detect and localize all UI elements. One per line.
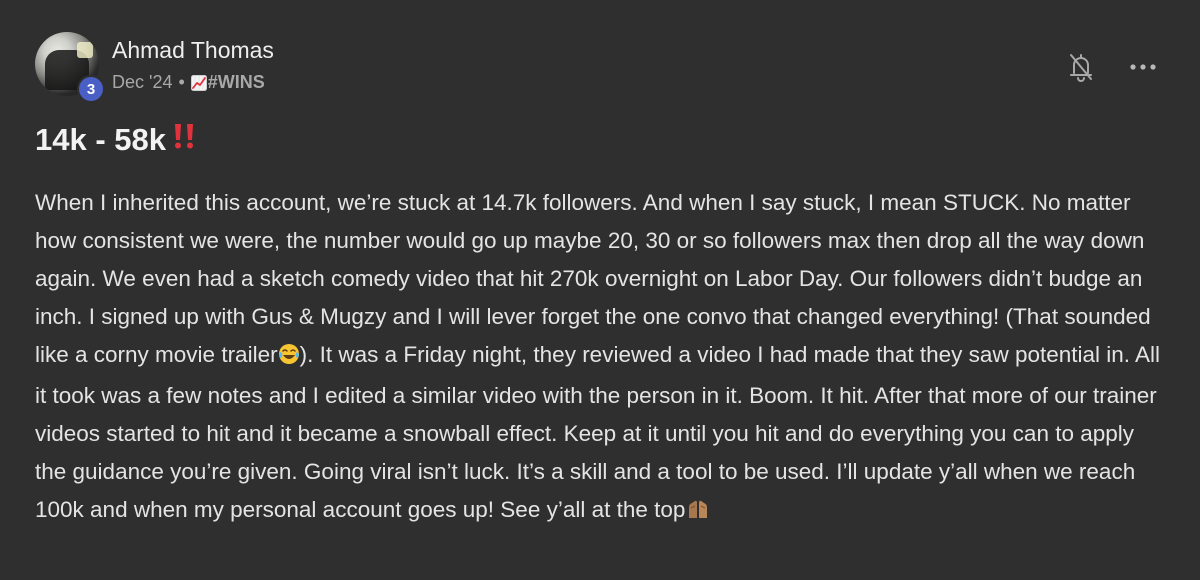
post-body-part-1: When I inherited this account, we’re stu… [35,190,1151,367]
tears-of-joy-icon [278,339,300,377]
bell-off-icon[interactable] [1064,50,1098,84]
avatar-highlight [77,42,93,58]
post-title: 14k - 58k [35,122,196,158]
more-horizontal-icon[interactable] [1126,50,1160,84]
post-body: When I inherited this account, we’re stu… [35,184,1170,532]
post-header: 3 Ahmad Thomas Dec '24 • #WINS [35,32,1160,103]
double-exclamation-icon [172,122,196,158]
meta-separator: • [178,72,185,92]
praying-hands-icon [685,494,711,532]
author-name[interactable]: Ahmad Thomas [112,37,274,64]
author-avatar-wrap[interactable]: 3 [35,32,105,103]
post-actions [1064,50,1160,84]
chart-increasing-icon [190,74,207,91]
post-meta: Dec '24 • #WINS [112,72,265,93]
category-tag[interactable]: #WINS [208,72,265,93]
level-badge: 3 [77,75,105,103]
post-date[interactable]: Dec '24 [112,72,172,93]
post-title-text: 14k - 58k [35,122,166,157]
post-body-part-2: ). It was a Friday night, they reviewed … [35,342,1161,522]
post-card: 3 Ahmad Thomas Dec '24 • #WINS 14k - 58k… [0,0,1200,580]
